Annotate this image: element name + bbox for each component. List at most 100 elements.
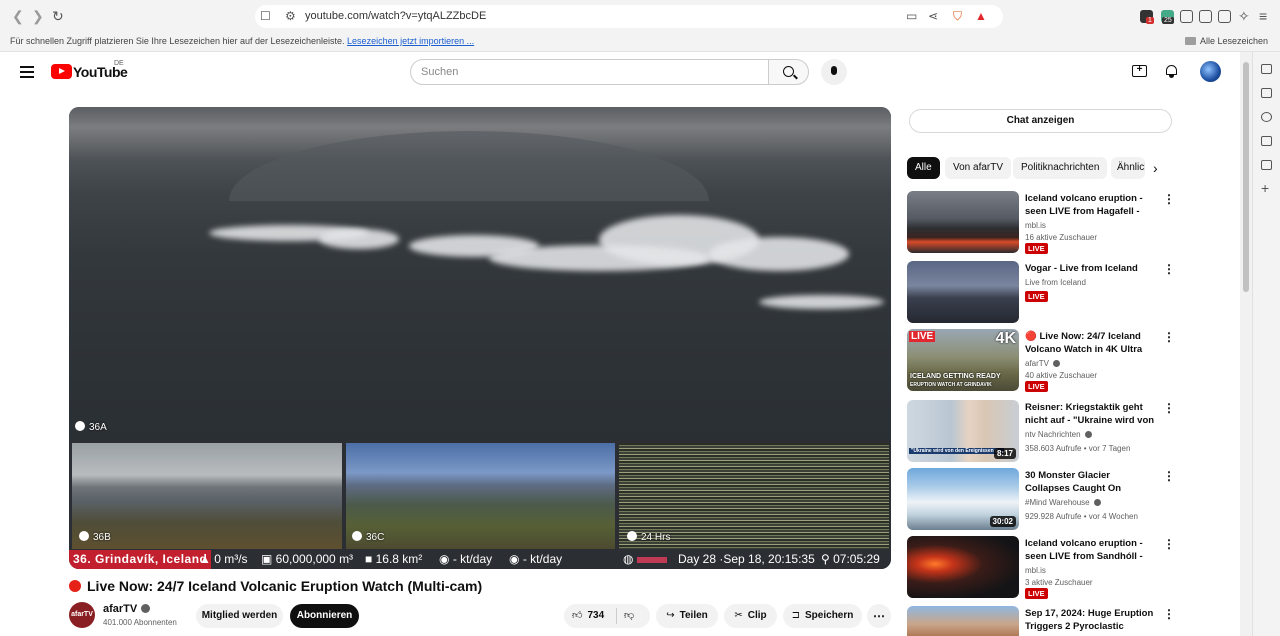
panel-tabs-icon[interactable] [1261, 64, 1272, 74]
page-scrollbar[interactable] [1240, 52, 1252, 636]
recommended-video[interactable]: Sep 17, 2024: Huge Eruption Triggers 2 P… [907, 606, 1177, 636]
brave-shield-icon[interactable]: ⛉ [953, 9, 962, 23]
camera-feed-36b: 36B [72, 443, 342, 549]
recommended-video[interactable]: Vogar - Live from Iceland Live from Icel… [907, 261, 1177, 323]
back-icon[interactable]: ❮ [12, 9, 24, 23]
puzzle-icon[interactable] [1180, 10, 1193, 23]
camera-icon [352, 531, 362, 541]
chip-from-afartv[interactable]: Von afarTV [945, 157, 1012, 179]
video-thumbnail[interactable]: LIVE 4K ICELAND GETTING READY ERUPTION W… [907, 329, 1019, 391]
video-title[interactable]: Sep 17, 2024: Huge Eruption Triggers 2 P… [1025, 607, 1157, 634]
camera-icon [75, 421, 85, 431]
channel-name[interactable]: ntv Nachrichten [1025, 430, 1092, 439]
subscriber-count: 401.000 Abonnenten [103, 618, 177, 627]
video-thumbnail[interactable] [907, 536, 1019, 598]
video-thumbnail[interactable]: "Ukraine wird von den Ereignissen g... 8… [907, 400, 1019, 462]
video-thumbnail[interactable] [907, 191, 1019, 253]
camera-label-24hrs: 24 Hrs [627, 531, 670, 543]
more-options-icon[interactable]: ⋮ [1163, 263, 1175, 275]
search-input[interactable]: Suchen [410, 59, 769, 85]
url-text: youtube.com/watch?v=ytqALZZbcDE [305, 10, 487, 22]
search-button[interactable] [768, 59, 809, 85]
video-title[interactable]: 🔴 Live Now: 24/7 Iceland Volcano Watch i… [1025, 330, 1157, 357]
create-video-icon[interactable]: + [1132, 65, 1147, 77]
youtube-play-icon [51, 64, 72, 79]
camera-icon [79, 531, 89, 541]
channel-name[interactable]: afarTV [1025, 359, 1061, 368]
voice-search-button[interactable] [821, 59, 847, 85]
video-title[interactable]: Vogar - Live from Iceland [1025, 262, 1157, 275]
wallet-icon[interactable] [1218, 10, 1231, 23]
like-count[interactable]: 734 [587, 610, 604, 621]
show-chat-button[interactable]: Chat anzeigen [909, 109, 1172, 133]
more-options-icon[interactable]: ⋮ [1163, 538, 1175, 550]
scrollbar-thumb[interactable] [1243, 62, 1249, 292]
video-thumbnail[interactable] [907, 261, 1019, 323]
channel-name[interactable]: afarTV [103, 603, 151, 615]
panel-add-icon[interactable]: + [1261, 180, 1269, 196]
all-bookmarks-button[interactable]: Alle Lesezeichen [1184, 36, 1268, 46]
more-options-icon[interactable]: ⋮ [1163, 193, 1175, 205]
import-bookmarks-link[interactable]: Lesezeichen jetzt importieren ... [347, 36, 474, 46]
clip-button[interactable]: ✂ Clip [724, 604, 777, 628]
menu-icon[interactable]: ≡ [1259, 9, 1267, 23]
share-icon[interactable]: ⋖ [928, 9, 938, 23]
cast-icon[interactable]: ▭ [906, 9, 917, 23]
subscribe-button[interactable]: Abonnieren [290, 604, 359, 628]
chip-related[interactable]: Ähnlich [1111, 157, 1145, 179]
video-thumbnail[interactable]: 30:02 [907, 468, 1019, 530]
seismic-icon: ◍ [623, 550, 667, 569]
thumbnail-headline: ICELAND GETTING READY [910, 373, 1001, 380]
channel-avatar[interactable]: afarTV [69, 602, 95, 628]
join-button[interactable]: Mitglied werden [196, 604, 283, 628]
forward-icon[interactable]: ❯ [32, 9, 44, 23]
chip-all[interactable]: Alle [907, 157, 940, 179]
reload-icon[interactable]: ↻ [52, 9, 64, 23]
channel-name[interactable]: Live from Iceland [1025, 278, 1086, 287]
panel-reading-list-icon[interactable] [1261, 160, 1272, 170]
panel-leo-icon[interactable] [1261, 112, 1272, 122]
recommended-video[interactable]: LIVE 4K ICELAND GETTING READY ERUPTION W… [907, 329, 1177, 392]
panel-video-icon[interactable] [1261, 88, 1272, 98]
notifications-bell-icon[interactable] [1165, 64, 1178, 78]
video-duration: 8:17 [993, 448, 1016, 459]
share-button[interactable]: ↪ Teilen [656, 604, 718, 628]
channel-name[interactable]: mbl.is [1025, 566, 1046, 575]
site-info-icon[interactable]: ⚙ [285, 9, 296, 23]
timelapse-feed: 24 Hrs [619, 443, 889, 549]
leo-ai-icon[interactable]: ✧ [1238, 9, 1250, 23]
save-button[interactable]: ⊐ Speichern [783, 604, 862, 628]
brave-rewards-icon[interactable]: ▲ [975, 9, 987, 23]
more-options-icon[interactable]: ⋮ [1163, 608, 1175, 620]
so2-stat-1: ◉ - kt/day [439, 552, 493, 566]
chevron-right-icon[interactable]: › [1153, 161, 1158, 175]
thumbs-down-icon[interactable]: 👎︎ [624, 604, 634, 628]
video-player[interactable]: 36A 36B 36C 24 Hrs 36. Grindavík, Icelan… [69, 107, 891, 569]
more-options-icon[interactable]: ⋮ [1163, 331, 1175, 343]
chip-politics-news[interactable]: Politiknachrichten [1013, 157, 1108, 179]
video-title[interactable]: Iceland volcano eruption - seen LIVE fro… [1025, 192, 1157, 219]
recommended-video[interactable]: Iceland volcano eruption - seen LIVE fro… [907, 191, 1177, 254]
bookmark-star-icon[interactable]: ☐ [260, 9, 271, 23]
address-bar[interactable]: ☐ ⚙ youtube.com/watch?v=ytqALZZbcDE ▭ ⋖ … [255, 5, 1003, 28]
recommended-video[interactable]: 30:02 30 Monster Glacier Collapses Caugh… [907, 468, 1177, 530]
sidebar-toggle-icon[interactable] [1199, 10, 1212, 23]
video-title[interactable]: Reisner: Kriegstaktik geht nicht auf - "… [1025, 401, 1157, 428]
video-title[interactable]: 30 Monster Glacier Collapses Caught On C… [1025, 469, 1157, 496]
video-title[interactable]: Iceland volcano eruption - seen LIVE fro… [1025, 537, 1157, 564]
thumbnail-live-text: LIVE [909, 331, 936, 342]
recommended-video[interactable]: Iceland volcano eruption - seen LIVE fro… [907, 536, 1177, 599]
video-thumbnail[interactable] [907, 606, 1019, 636]
more-actions-icon[interactable]: ⋯ [867, 604, 891, 628]
guide-menu-icon[interactable] [20, 66, 34, 78]
thumbs-up-icon[interactable]: 👍︎ [572, 604, 582, 628]
more-options-icon[interactable]: ⋮ [1163, 402, 1175, 414]
channel-name[interactable]: mbl.is [1025, 221, 1046, 230]
eruption-stats-bar: 36. Grindavík, Iceland ▲ 0 m³/s ▣ 60,000… [69, 550, 891, 569]
account-avatar[interactable] [1200, 61, 1221, 82]
more-options-icon[interactable]: ⋮ [1163, 470, 1175, 482]
panel-bookmarks-icon[interactable] [1261, 136, 1272, 146]
view-stats: 358.603 Aufrufe • vor 7 Tagen [1025, 444, 1131, 453]
channel-name[interactable]: #Mind Warehouse [1025, 498, 1101, 507]
recommended-video[interactable]: "Ukraine wird von den Ereignissen g... 8… [907, 400, 1177, 462]
